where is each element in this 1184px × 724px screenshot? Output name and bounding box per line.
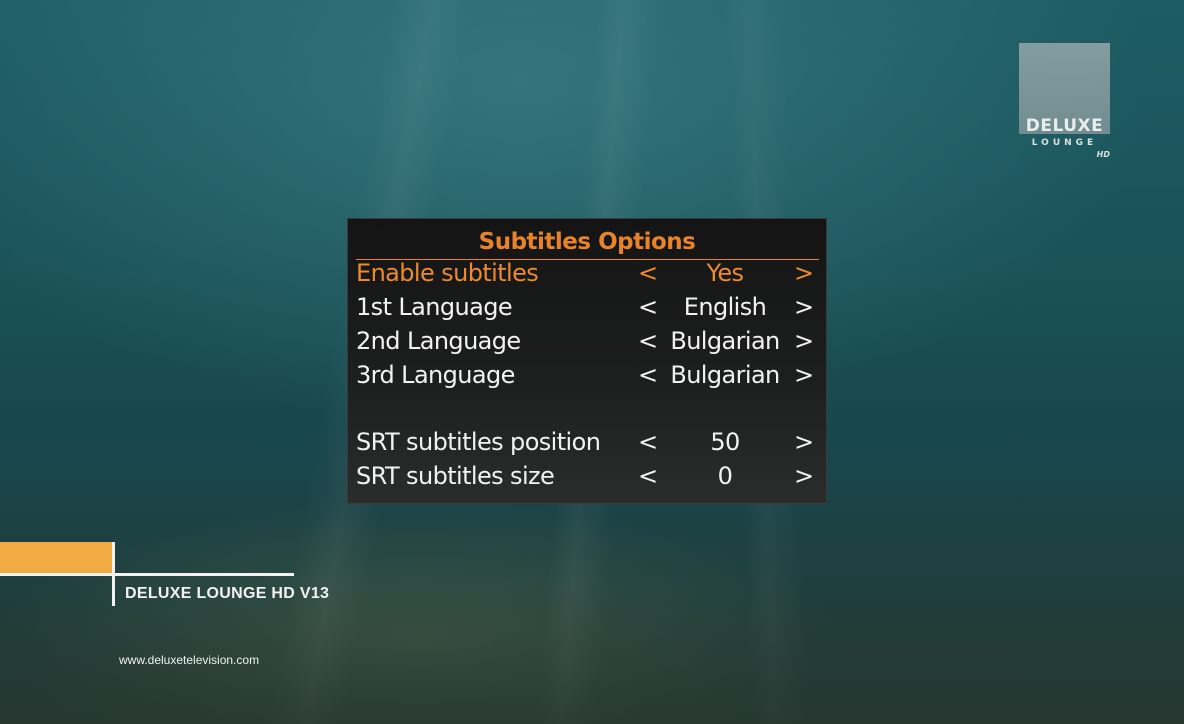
option-label: Enable subtitles — [356, 259, 539, 287]
decrease-arrow[interactable]: < — [638, 327, 658, 355]
option-2nd-language[interactable]: 2nd Language < Bulgarian > — [348, 327, 828, 361]
decrease-arrow[interactable]: < — [638, 462, 658, 490]
brand-vertical-line — [112, 542, 115, 606]
increase-arrow[interactable]: > — [794, 259, 814, 287]
option-value: 50 — [710, 428, 740, 456]
option-srt-size[interactable]: SRT subtitles size < 0 > — [348, 462, 828, 496]
option-value: 0 — [717, 462, 733, 490]
channel-name: DELUXE LOUNGE HD V13 — [125, 585, 330, 602]
option-1st-language[interactable]: 1st Language < English > — [348, 293, 828, 327]
logo-text-hd: HD — [1096, 150, 1110, 159]
brand-horizontal-line — [0, 573, 294, 576]
brand-accent-bar — [0, 542, 112, 576]
decrease-arrow[interactable]: < — [638, 259, 658, 287]
option-value: Yes — [706, 259, 745, 287]
option-label: 1st Language — [356, 293, 513, 321]
logo-text-deluxe: DELUXE — [1025, 116, 1104, 136]
website-url: www.deluxetelevision.com — [119, 653, 260, 667]
option-label: SRT subtitles position — [356, 428, 601, 456]
decrease-arrow[interactable]: < — [638, 361, 658, 389]
subtitles-options-menu: Subtitles Options Enable subtitles < Yes… — [347, 218, 827, 504]
option-value: Bulgarian — [670, 361, 780, 389]
increase-arrow[interactable]: > — [794, 462, 814, 490]
increase-arrow[interactable]: > — [794, 327, 814, 355]
increase-arrow[interactable]: > — [794, 293, 814, 321]
option-srt-position[interactable]: SRT subtitles position < 50 > — [348, 428, 828, 462]
option-label: SRT subtitles size — [356, 462, 555, 490]
option-value: English — [683, 293, 767, 321]
option-enable-subtitles[interactable]: Enable subtitles < Yes > — [348, 259, 828, 293]
option-value: Bulgarian — [670, 327, 780, 355]
channel-logo: DELUXE LOUNGE HD — [1019, 43, 1110, 161]
decrease-arrow[interactable]: < — [638, 428, 658, 456]
option-label: 3rd Language — [356, 361, 515, 389]
option-3rd-language[interactable]: 3rd Language < Bulgarian > — [348, 361, 828, 395]
option-label: 2nd Language — [356, 327, 521, 355]
increase-arrow[interactable]: > — [794, 428, 814, 456]
increase-arrow[interactable]: > — [794, 361, 814, 389]
logo-text-lounge: LOUNGE — [1031, 138, 1098, 148]
menu-title: Subtitles Options — [478, 229, 696, 255]
decrease-arrow[interactable]: < — [638, 293, 658, 321]
